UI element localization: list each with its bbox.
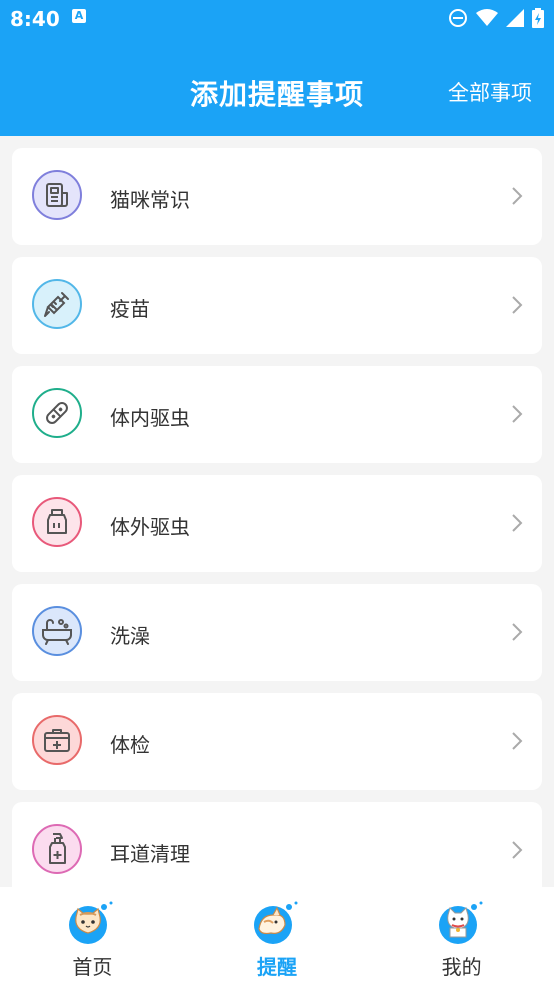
ear-cleaner-bottle-icon — [32, 824, 82, 874]
list-item-internal-deworming[interactable]: 体内驱虫 — [12, 366, 542, 463]
chevron-right-icon — [512, 405, 523, 423]
list-item-label: 猫咪常识 — [110, 188, 190, 212]
list-item-label: 体检 — [110, 733, 150, 757]
list-item-label: 耳道清理 — [110, 842, 190, 866]
list-item-label: 体外驱虫 — [110, 515, 190, 539]
chevron-right-icon — [512, 623, 523, 641]
chevron-right-icon — [512, 187, 523, 205]
tab-reminders[interactable]: 提醒 — [185, 887, 370, 984]
pill-icon — [32, 388, 82, 438]
tab-label: 提醒 — [257, 955, 297, 979]
status-bar: 8:40 A — [0, 0, 554, 40]
list-item-vaccine[interactable]: 疫苗 — [12, 257, 542, 354]
list-item-bath[interactable]: 洗澡 — [12, 584, 542, 681]
tab-home[interactable]: 首页 — [0, 887, 185, 984]
list-item-label: 疫苗 — [110, 297, 150, 321]
medical-kit-icon — [32, 715, 82, 765]
list-item-checkup[interactable]: 体检 — [12, 693, 542, 790]
chevron-right-icon — [512, 296, 523, 314]
signal-icon — [506, 9, 524, 27]
notification-icon: A — [72, 9, 86, 23]
chevron-right-icon — [512, 841, 523, 859]
syringe-icon — [32, 279, 82, 329]
tab-profile[interactable]: 我的 — [369, 887, 554, 984]
wifi-icon — [476, 9, 498, 26]
list-item-label: 洗澡 — [110, 624, 150, 648]
status-icons — [448, 8, 544, 28]
do-not-disturb-icon — [449, 9, 467, 27]
lucky-cat-icon — [438, 901, 483, 944]
list-item-label: 体内驱虫 — [110, 406, 190, 430]
list-item-cat-knowledge[interactable]: 猫咪常识 — [12, 148, 542, 245]
cat-face-icon — [69, 901, 113, 944]
app-header: 添加提醒事项 全部事项 — [0, 40, 554, 136]
reminder-category-list: 猫咪常识 疫苗 体内驱虫 体外驱虫 洗澡 体检 耳道清理 — [12, 148, 542, 911]
bottom-tab-bar: 首页 提醒 我的 — [0, 887, 554, 984]
cat-reminder-icon — [254, 901, 298, 944]
list-item-external-deworming[interactable]: 体外驱虫 — [12, 475, 542, 572]
bathtub-icon — [32, 606, 82, 656]
spray-bottle-icon — [32, 497, 82, 547]
list-item-ear-cleaning[interactable]: 耳道清理 — [12, 802, 542, 899]
tab-label: 首页 — [72, 955, 113, 979]
tab-label: 我的 — [441, 955, 482, 979]
newspaper-icon — [32, 170, 82, 220]
chevron-right-icon — [512, 732, 523, 750]
chevron-right-icon — [512, 514, 523, 532]
status-time: 8:40 — [10, 7, 60, 31]
battery-icon — [532, 8, 544, 28]
all-items-link[interactable]: 全部事项 — [448, 77, 532, 107]
